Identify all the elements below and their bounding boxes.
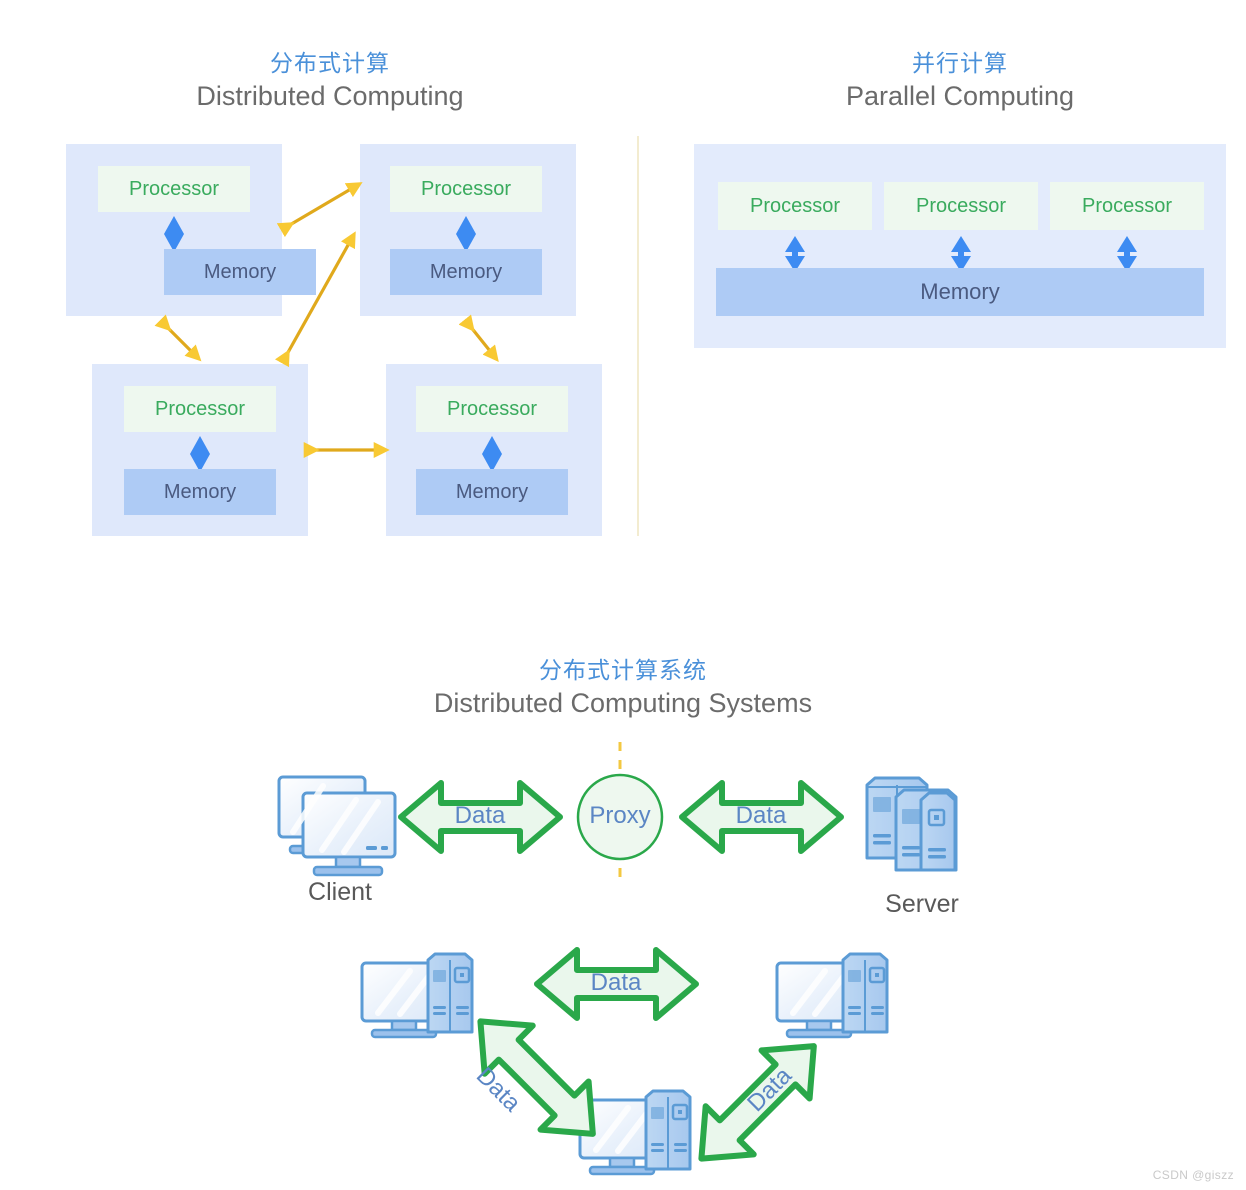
parallel-title-cn: 并行计算 (912, 50, 1008, 76)
distributed-title-en: Distributed Computing (196, 81, 464, 111)
arrow-n1-n3 (154, 314, 202, 362)
data-label-left-center: Data (470, 1062, 526, 1118)
distributed-title: 分布式计算 Distributed Computing (130, 48, 530, 114)
data-label-center-right: Data (742, 1062, 798, 1118)
server-icon (865, 776, 958, 872)
memory-label: Memory (203, 260, 277, 283)
peer-node-right (775, 952, 889, 1039)
data-label-proxy-server: Data (735, 802, 787, 829)
distributed-node-2: Processor Memory (360, 144, 576, 316)
distributed-node-4: Processor Memory (386, 364, 602, 536)
distributed-node-3: Processor Memory (92, 364, 308, 536)
systems-title-en: Distributed Computing Systems (433, 688, 813, 718)
systems-title: 分布式计算系统 Distributed Computing Systems (423, 655, 823, 721)
data-label-client-proxy: Data (454, 802, 506, 829)
memory-label: Memory (429, 260, 503, 283)
parallel-bus-arrows (785, 236, 1137, 272)
arrow-n1-n2 (276, 182, 363, 238)
proxy-label: Proxy (589, 802, 651, 829)
memory-box: Memory (124, 469, 276, 515)
server-label: Server (885, 890, 959, 918)
peer-node-left (360, 952, 474, 1039)
memory-label: Memory (163, 480, 237, 503)
memory-label: Memory (455, 480, 529, 503)
client-label: Client (308, 878, 372, 906)
client-icon (277, 775, 397, 877)
parallel-title: 并行计算 Parallel Computing (760, 48, 1160, 114)
arrow-n2-n4 (458, 314, 499, 362)
panel-divider (637, 136, 639, 536)
watermark: CSDN @giszz (1152, 1168, 1234, 1182)
memory-box: Memory (416, 469, 568, 515)
memory-label: Memory (920, 279, 1000, 304)
parallel-title-en: Parallel Computing (845, 81, 1075, 111)
distributed-title-cn: 分布式计算 (270, 50, 390, 76)
data-label-peer-horizontal: Data (590, 969, 642, 996)
parallel-memory: Memory (716, 268, 1204, 316)
memory-box: Memory (390, 249, 542, 295)
peer-node-center (578, 1089, 692, 1176)
memory-box: Memory (164, 249, 316, 295)
parallel-panel: Processor Processor Processor Memory (694, 144, 1226, 348)
systems-title-cn: 分布式计算系统 (539, 657, 707, 683)
distributed-node-1: Processor Memory (66, 144, 316, 316)
